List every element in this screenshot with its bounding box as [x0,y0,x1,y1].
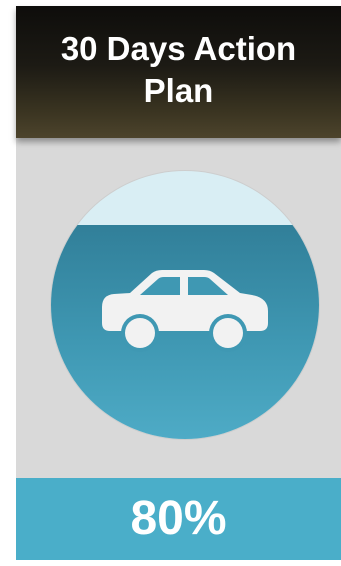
page-title: 30 Days Action Plan [60,30,297,109]
progress-percent-label: 80% [130,492,227,545]
progress-gauge [51,171,319,439]
card-header: 30 Days Action Plan [16,6,341,138]
action-plan-card: 30 Days Action Plan 80% [16,6,341,560]
progress-bar: 80% [16,478,341,560]
car-icon [102,270,268,352]
